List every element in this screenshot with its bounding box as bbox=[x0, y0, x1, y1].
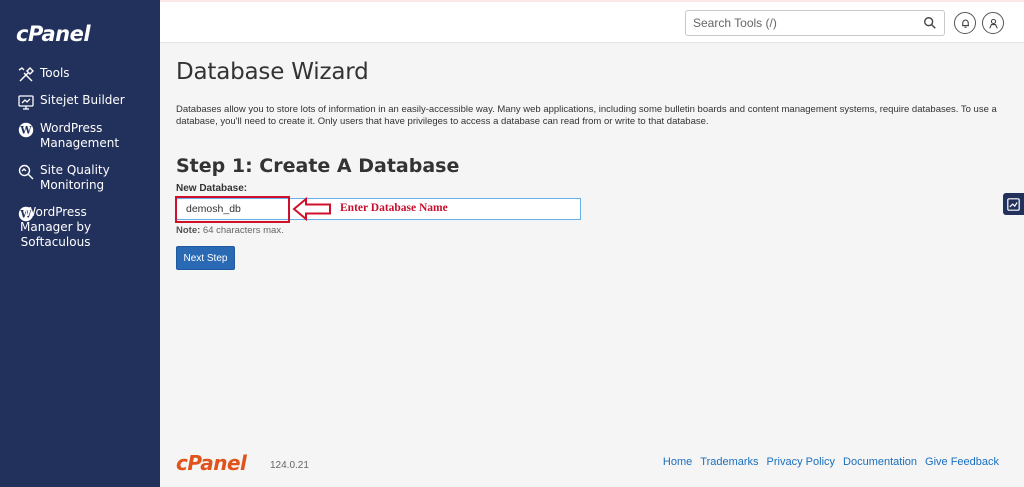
note-label: Note: bbox=[176, 225, 201, 236]
sidebar-item-label: Tools bbox=[40, 66, 70, 80]
notifications-button[interactable] bbox=[954, 12, 976, 34]
user-icon bbox=[988, 18, 998, 29]
sitejet-icon bbox=[16, 93, 36, 111]
footer-link-home[interactable]: Home bbox=[663, 456, 692, 468]
sidebar-item-site-quality-monitoring[interactable]: Site Quality Monitoring bbox=[0, 163, 160, 193]
sidebar-item-label: Site Quality Monitoring bbox=[40, 163, 110, 192]
top-bar bbox=[160, 0, 1024, 43]
footer-cpanel-logo: cPanel bbox=[176, 451, 247, 475]
new-database-label: New Database: bbox=[176, 183, 248, 194]
intro-text: Databases allow you to store lots of inf… bbox=[176, 104, 997, 127]
sidebar: cPanel Tools Sitejet Builder W WordPress… bbox=[0, 0, 160, 487]
sidebar-item-sitejet-builder[interactable]: Sitejet Builder bbox=[0, 93, 160, 111]
sidebar-item-label: WordPress Management bbox=[40, 121, 120, 150]
footer-link-trademarks[interactable]: Trademarks bbox=[700, 456, 758, 468]
footer-links: Home Trademarks Privacy Policy Documenta… bbox=[663, 456, 999, 468]
arrow-left-icon bbox=[292, 197, 331, 221]
note-body: 64 characters max. bbox=[200, 225, 284, 236]
step-title: Step 1: Create A Database bbox=[176, 155, 460, 177]
search-input[interactable] bbox=[686, 11, 906, 35]
wordpress-icon: W bbox=[16, 121, 36, 139]
next-step-button[interactable]: Next Step bbox=[176, 246, 235, 270]
page-title: Database Wizard bbox=[176, 59, 369, 85]
sidebar-item-label: Sitejet Builder bbox=[40, 93, 125, 107]
version-text: 124.0.21 bbox=[270, 460, 309, 471]
stats-panel-toggle[interactable] bbox=[1003, 193, 1024, 215]
chart-icon bbox=[1007, 197, 1020, 211]
note-text: Note: 64 characters max. bbox=[176, 225, 284, 236]
sidebar-item-label: WordPress Manager by Softaculous bbox=[20, 205, 92, 249]
bell-icon bbox=[961, 19, 969, 28]
search-box bbox=[685, 10, 945, 36]
svg-text:W: W bbox=[19, 126, 32, 137]
search-icon[interactable] bbox=[923, 16, 937, 30]
site-quality-icon bbox=[16, 163, 36, 181]
tools-icon bbox=[16, 66, 36, 84]
footer-link-privacy-policy[interactable]: Privacy Policy bbox=[767, 456, 835, 468]
sidebar-item-wordpress-management[interactable]: W WordPress Management bbox=[0, 121, 160, 151]
sidebar-item-tools[interactable]: Tools bbox=[0, 66, 160, 84]
sidebar-item-wordpress-manager-softaculous[interactable]: W WordPress Manager by Softaculous bbox=[0, 205, 160, 250]
footer-link-documentation[interactable]: Documentation bbox=[843, 456, 917, 468]
cpanel-logo[interactable]: cPanel bbox=[16, 22, 91, 46]
user-menu-button[interactable] bbox=[982, 12, 1004, 34]
annotation-label: Enter Database Name bbox=[340, 202, 448, 214]
main-content: Database Wizard Databases allow you to s… bbox=[160, 43, 1024, 487]
footer-link-give-feedback[interactable]: Give Feedback bbox=[925, 456, 999, 468]
